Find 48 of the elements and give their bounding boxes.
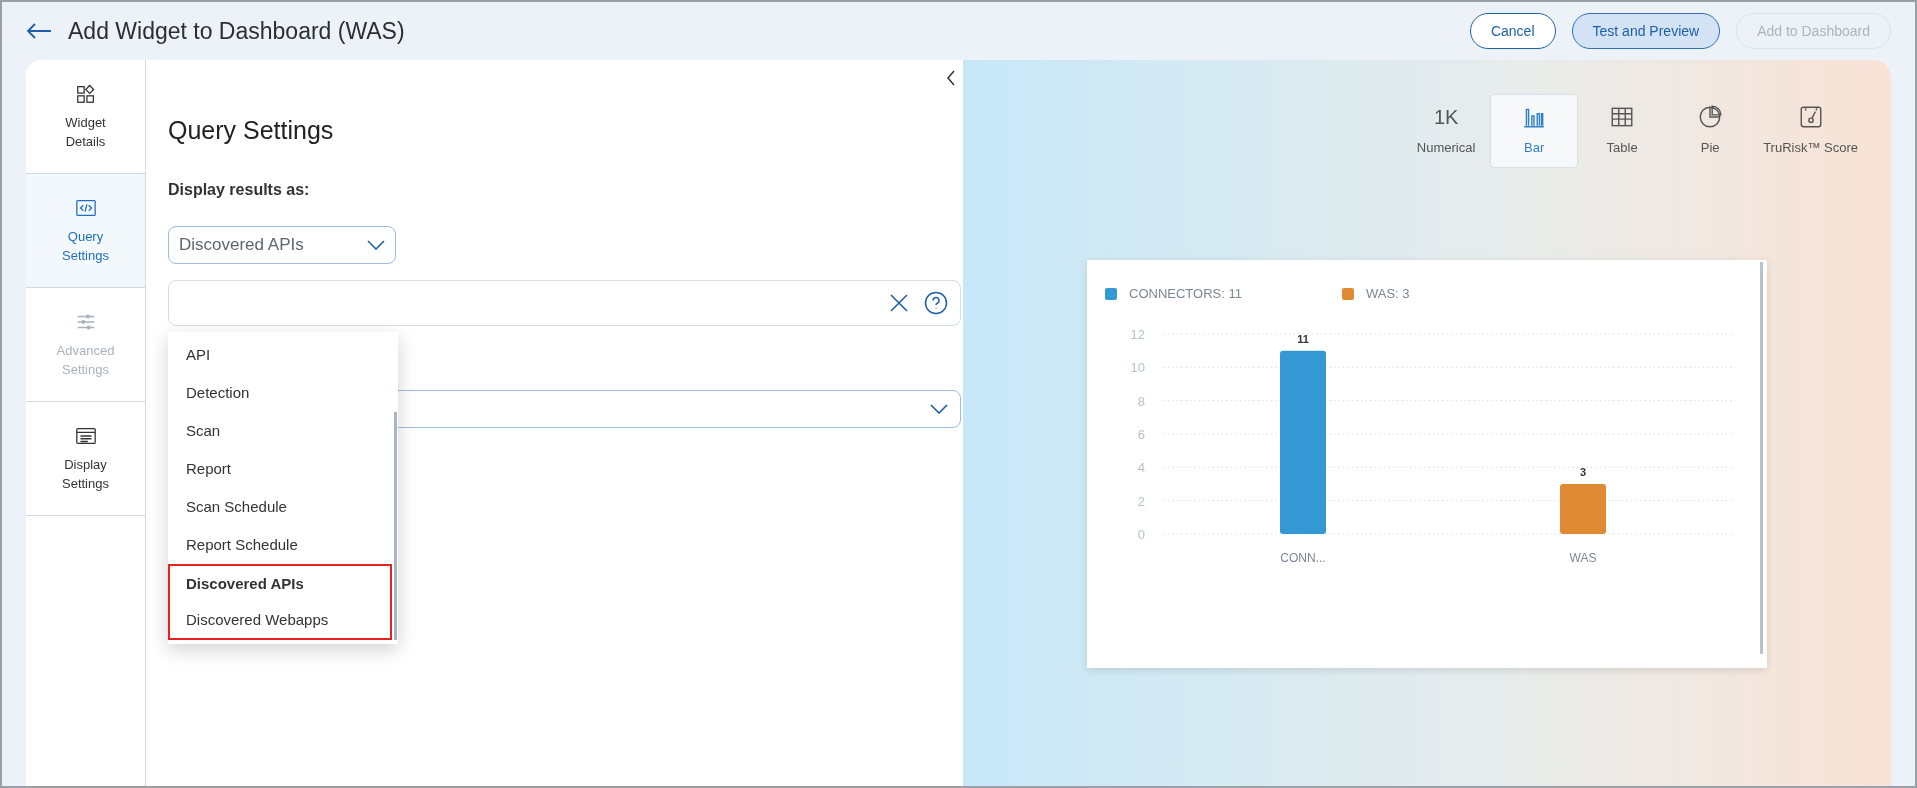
y-tick-label: 8	[1137, 393, 1145, 409]
y-tick-label: 2	[1137, 493, 1145, 509]
numeric-glyph: 1K	[1433, 105, 1459, 131]
back-arrow-icon[interactable]	[26, 22, 52, 40]
query-input-field[interactable]	[168, 279, 961, 326]
page-title: Add Widget to Dashboard (WAS)	[68, 16, 405, 46]
sidebar-tab-label: Widget Details	[64, 113, 107, 151]
chart-type-tab[interactable]: Bar	[1490, 94, 1579, 168]
widgets-icon	[74, 82, 97, 105]
dropdown-option[interactable]: Discovered Webapps	[168, 602, 392, 640]
dropdown-option[interactable]: Scan Schedule	[168, 488, 392, 526]
help-icon[interactable]	[924, 290, 948, 315]
bar	[1560, 483, 1606, 534]
chart-type-tab[interactable]: Pie	[1666, 94, 1755, 168]
sidebar-tab-label: Query Settings	[61, 227, 110, 265]
display-select[interactable]: Discovered APIs	[168, 225, 396, 264]
display-results-label: Display results as:	[168, 179, 310, 200]
dropdown-option[interactable]: Report	[168, 450, 392, 488]
section-title: Query Settings	[168, 115, 335, 146]
legend-label: WAS: 3	[1365, 285, 1410, 303]
header-button[interactable]: Cancel	[1469, 13, 1556, 49]
x-axis-label: WAS	[1569, 550, 1597, 565]
sidebar-tab-label: Advanced Settings	[55, 341, 116, 379]
y-tick-label: 10	[1130, 359, 1145, 375]
dropdown-option[interactable]: Detection	[168, 374, 392, 412]
y-tick-label: 6	[1137, 426, 1145, 442]
chart-type-tab[interactable]: Table	[1578, 94, 1667, 168]
dropdown-option[interactable]: API	[168, 336, 392, 374]
y-tick-label: 4	[1137, 459, 1145, 475]
legend-label: CONNECTORS: 11	[1129, 285, 1242, 303]
dropdown-option[interactable]: Report Schedule	[168, 526, 392, 564]
bar-value-label: 11	[1297, 332, 1309, 345]
x-axis-label: CONN...	[1280, 550, 1326, 565]
chart-type-tab[interactable]: TruRisk™ Score	[1754, 94, 1867, 168]
chart-type-tab[interactable]: 1K Numerical	[1402, 94, 1491, 168]
chevron-down-icon	[930, 403, 948, 414]
chevron-down-icon	[367, 239, 385, 250]
select-value: Discovered APIs	[179, 233, 304, 256]
bar-value-label: 3	[1579, 465, 1587, 478]
header-button[interactable]: Test and Preview	[1571, 13, 1721, 49]
chevron-left-icon	[946, 70, 956, 86]
sidebar-tab-label: Display Settings	[61, 455, 110, 493]
close-icon[interactable]	[890, 293, 908, 312]
y-tick-label: 0	[1137, 526, 1145, 542]
dropdown-option[interactable]: Scan	[168, 412, 392, 450]
dropdown-option[interactable]: Discovered APIs	[168, 564, 392, 602]
y-tick-label: 12	[1130, 326, 1145, 342]
sidebar-tab[interactable]: Query Settings	[26, 174, 145, 288]
